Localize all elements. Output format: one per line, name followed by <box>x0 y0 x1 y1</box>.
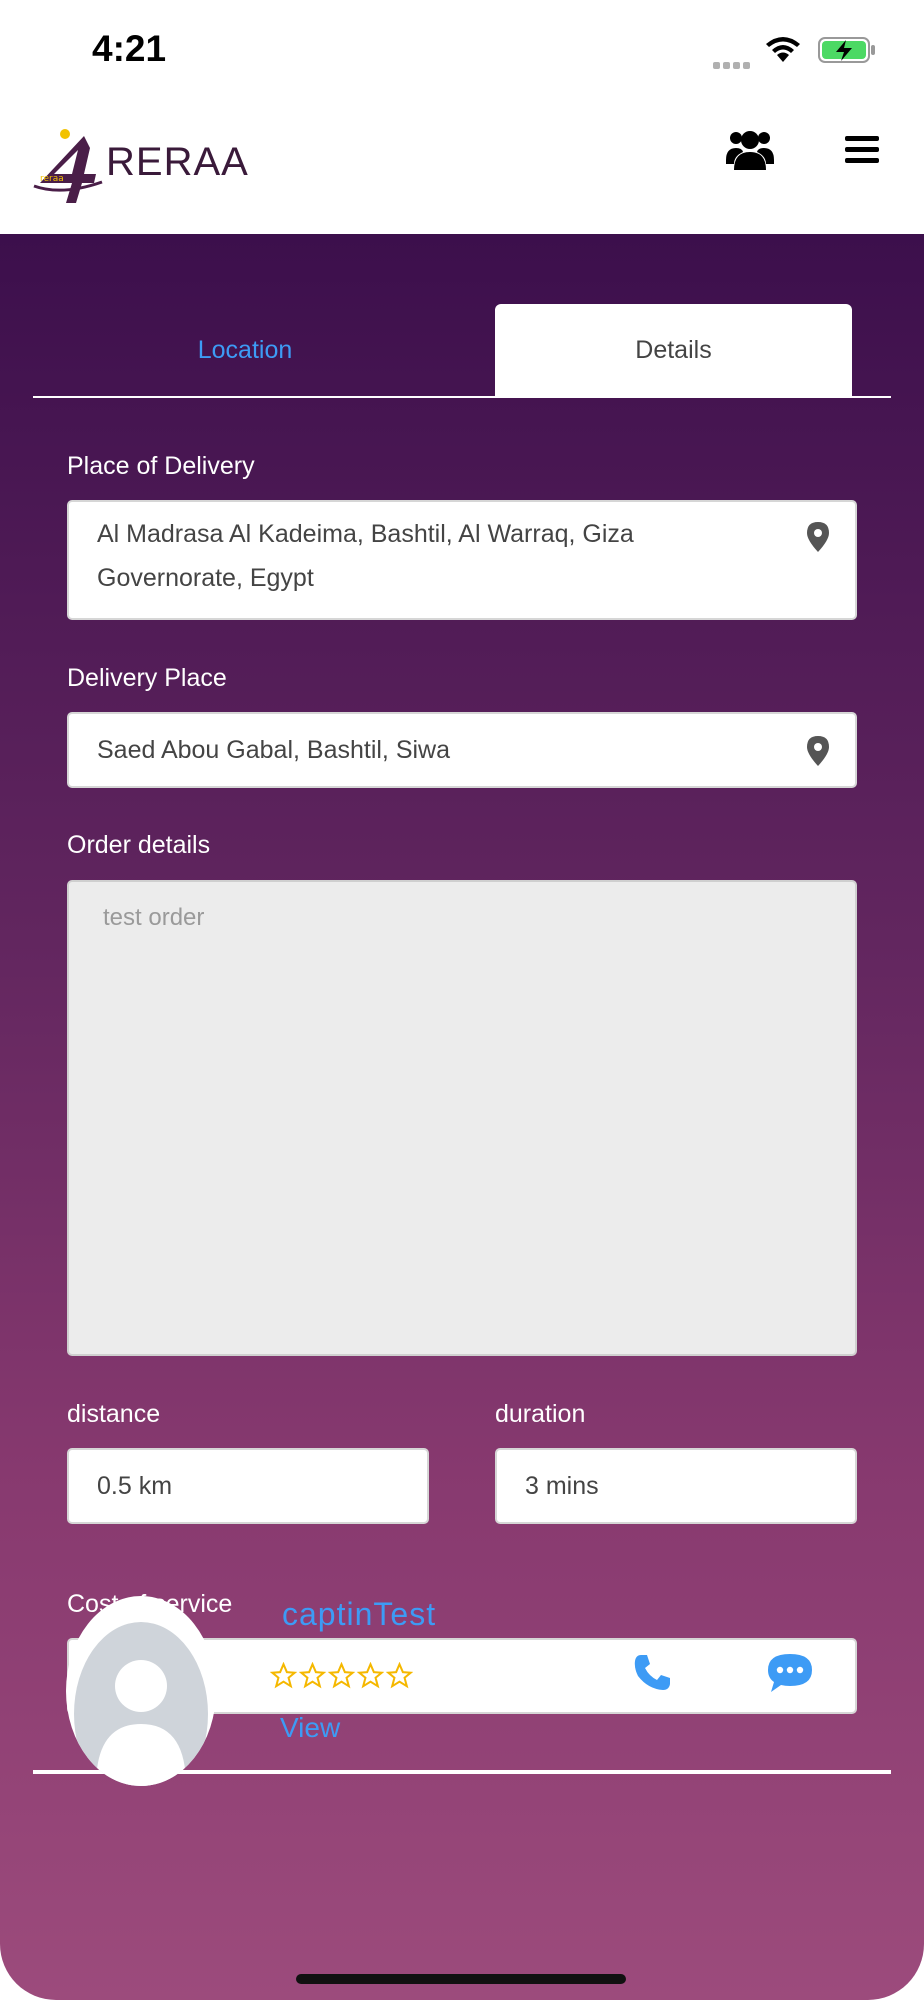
details-panel: Location Details Place of Delivery Al Ma… <box>0 234 924 2000</box>
delivery-place-value: Saed Abou Gabal, Bashtil, Siwa <box>97 736 451 764</box>
duration-field[interactable]: 3 mins <box>495 1448 857 1524</box>
tab-location[interactable]: Location <box>33 304 457 396</box>
distance-label: distance <box>67 1400 161 1428</box>
avatar-placeholder-icon <box>74 1622 208 1786</box>
star-empty-icon <box>299 1662 326 1689</box>
place-of-delivery-line1: Al Madrasa Al Kadeima, Bashtil, Al Warra… <box>97 520 634 548</box>
rating-stars <box>270 1662 413 1689</box>
star-empty-icon <box>328 1662 355 1689</box>
cellular-signal-icon <box>713 54 755 69</box>
place-of-delivery-line2: Governorate, Egypt <box>97 564 314 592</box>
duration-value: 3 mins <box>525 1472 599 1500</box>
place-of-delivery-field[interactable]: Al Madrasa Al Kadeima, Bashtil, Al Warra… <box>67 500 857 620</box>
order-details-textarea[interactable]: test order <box>67 880 857 1356</box>
view-profile-link[interactable]: View <box>280 1712 340 1744</box>
wifi-icon <box>766 37 800 62</box>
captain-name[interactable]: captinTest <box>282 1596 436 1633</box>
star-empty-icon <box>357 1662 384 1689</box>
map-pin-icon[interactable] <box>807 736 829 766</box>
distance-field[interactable]: 0.5 km <box>67 1448 429 1524</box>
tab-details[interactable]: Details <box>495 304 852 396</box>
status-time: 4:21 <box>92 28 167 69</box>
delivery-place-field[interactable]: Saed Abou Gabal, Bashtil, Siwa <box>67 712 857 788</box>
logo-small-text: reraa <box>40 174 64 184</box>
place-of-delivery-label: Place of Delivery <box>67 452 255 480</box>
distance-value: 0.5 km <box>97 1472 173 1500</box>
avatar[interactable] <box>66 1596 216 1786</box>
tab-underline <box>33 396 891 398</box>
logo-text: RERAA <box>106 140 249 184</box>
battery-charging-icon <box>818 37 875 63</box>
order-details-label: Order details <box>67 831 211 859</box>
delivery-place-label: Delivery Place <box>67 664 227 692</box>
map-pin-icon[interactable] <box>807 522 829 552</box>
users-icon[interactable] <box>726 126 774 172</box>
order-details-placeholder: test order <box>103 904 205 931</box>
duration-label: duration <box>495 1400 586 1428</box>
star-empty-icon <box>386 1662 413 1689</box>
phone-icon[interactable] <box>632 1652 672 1692</box>
star-empty-icon <box>270 1662 297 1689</box>
chat-bubble-icon[interactable] <box>766 1652 814 1694</box>
home-indicator <box>296 1974 626 1984</box>
status-bar: 4:21 <box>0 0 924 100</box>
hamburger-menu-icon[interactable] <box>845 133 879 167</box>
